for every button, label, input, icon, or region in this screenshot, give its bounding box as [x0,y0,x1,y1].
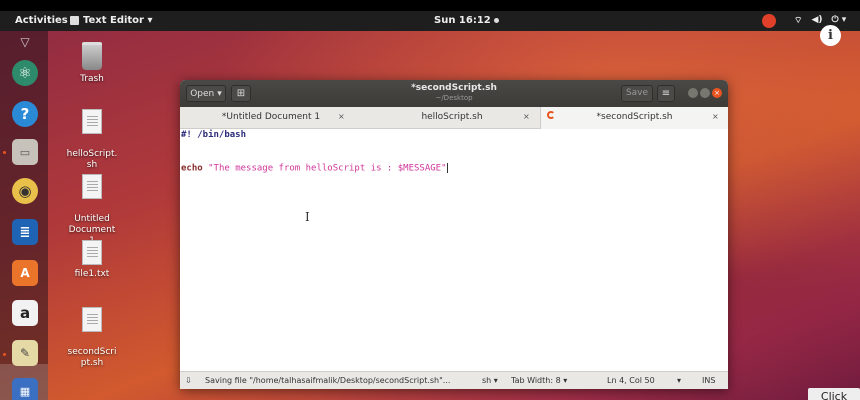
volume-icon: ◀) [811,15,823,25]
tab-label: *secondScript.sh [596,112,673,122]
app-menu-label: Text Editor ▾ [83,15,153,26]
code-keyword: echo [181,163,203,174]
tab-label: helloScript.sh [421,112,483,122]
clock-label: Sun 16:12 [434,15,491,26]
software-center-icon[interactable]: A [12,260,38,286]
code-line-1: #! /bin/bash [181,130,247,140]
text-editing-area[interactable]: #! /bin/bash echo "The message from hell… [180,129,728,371]
tab-helloscript[interactable]: helloScript.sh × [362,107,542,129]
desktop-icon-label: Trash [80,74,104,84]
amazon-icon[interactable]: a [12,300,38,326]
writer-icon[interactable]: ≣ [12,219,38,245]
ibeam-cursor-icon: I [305,210,310,224]
language-selector[interactable]: sh ▾ [482,376,498,385]
click-overlay-label: Click [808,388,860,400]
code-line-4: echo "The message from helloScript is : … [181,163,448,174]
status-bar: ⇩ Saving file "/home/talhasaifmalik/Desk… [180,371,728,389]
clock[interactable]: Sun 16:12 [434,15,499,26]
hamburger-menu-button[interactable]: ≡ [657,85,675,102]
atom-icon[interactable]: ⚛ [12,60,38,86]
text-editor-icon [70,16,79,25]
record-indicator-icon [762,14,776,28]
app-menu[interactable]: Text Editor ▾ [70,15,153,26]
launcher-dock: ▽ ⚛ ? ▭ ◉ ≣ A a ✎ ▦ [0,31,48,400]
code-string: "The message from helloScript is : $MESS… [202,163,447,174]
tab-close-icon[interactable]: × [712,112,719,121]
rhythmbox-icon[interactable]: ◉ [12,178,38,204]
notification-dot-icon [493,18,499,23]
tab-bar: *Untitled Document 1 × helloScript.sh × … [180,107,728,129]
text-caret [446,163,448,173]
tab-untitled-document[interactable]: *Untitled Document 1 × [180,107,362,129]
text-editor-window: Open ▾ ⊞ *secondScript.sh ~/Desktop Save… [180,80,728,389]
menu-icon: ≡ [661,88,671,99]
file-icon [82,240,102,265]
video-letterbox-top [0,0,860,11]
network-icon: ⌔ [794,16,803,26]
tab-width-selector[interactable]: Tab Width: 8 ▾ [511,376,567,385]
maximize-button[interactable] [700,88,710,98]
ubuntu-logo-icon[interactable]: ▽ [12,29,38,55]
activities-button[interactable]: Activities [15,15,68,26]
cursor-position[interactable]: Ln 4, Col 50 [607,376,655,385]
save-status-text: Saving file "/home/talhasaifmalik/Deskto… [205,376,451,385]
title-bar[interactable]: Open ▾ ⊞ *secondScript.sh ~/Desktop Save… [180,80,728,107]
top-panel: Activities Text Editor ▾ Sun 16:12 ⌔ ◀) … [0,11,860,31]
tab-close-icon[interactable]: × [523,112,530,121]
tab-close-icon[interactable]: × [338,112,345,121]
help-icon[interactable]: ? [12,101,38,127]
system-tray[interactable]: ⌔ ◀) ⏻ ▾ [794,15,846,26]
impress-icon[interactable]: ▦ [12,378,38,400]
position-menu-chevron-icon[interactable]: ▾ [677,376,681,385]
trash-icon [82,42,102,70]
close-button[interactable]: × [712,88,722,98]
save-status-icon: ⇩ [185,376,192,385]
desktop-icon-label: file1.txt [74,269,110,279]
file-icon [82,174,102,199]
tab-secondscript[interactable]: *secondScript.sh × [540,107,728,129]
desktop-icon-trash[interactable]: Trash [62,42,122,85]
power-icon: ⏻ ▾ [831,15,847,25]
desktop-icon-file1[interactable]: file1.txt [62,240,122,280]
running-indicator [3,151,6,154]
files-icon[interactable]: ▭ [12,139,38,165]
desktop-icon-label: secondScri pt.sh [67,347,117,368]
close-icon: × [714,89,720,97]
file-icon [82,109,102,134]
minimize-button[interactable] [688,88,698,98]
text-editor-dock-icon[interactable]: ✎ [12,340,38,366]
desktop-icon-secondscript[interactable]: secondScri pt.sh [62,296,122,380]
tab-label: *Untitled Document 1 [221,112,321,122]
info-icon[interactable]: i [820,25,841,46]
file-icon [82,307,102,332]
save-button[interactable]: Save [621,85,653,102]
insert-mode: INS [702,376,716,385]
running-indicator [3,353,6,356]
